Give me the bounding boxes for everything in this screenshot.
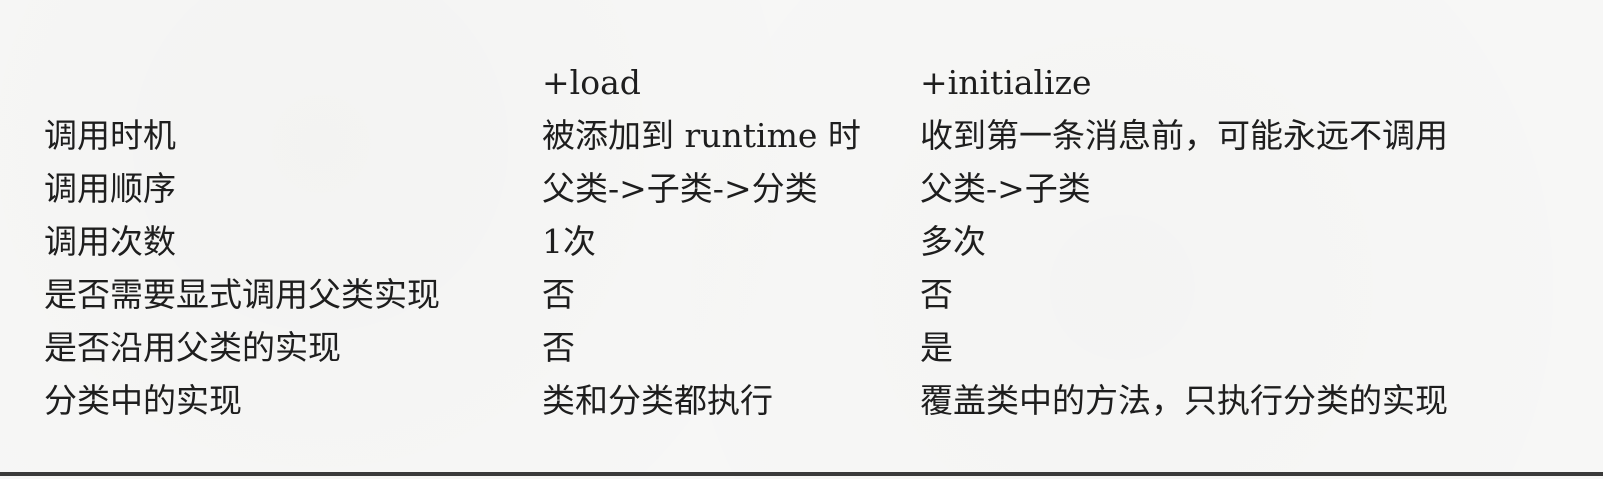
bottom-divider xyxy=(0,472,1603,476)
header-load: +load xyxy=(542,63,641,102)
row-label: 是否需要显式调用父类实现 xyxy=(44,275,440,314)
row-label: 是否沿用父类的实现 xyxy=(44,328,341,367)
row-label: 调用次数 xyxy=(44,222,176,261)
table-row: 是否需要显式调用父类实现 否 否 xyxy=(44,268,1520,321)
header-initialize: +initialize xyxy=(920,63,1092,102)
table-row: 调用顺序 父类->子类->分类 父类->子类 xyxy=(44,162,1520,215)
header-corner-cell xyxy=(44,56,542,109)
row-label: 调用时机 xyxy=(44,116,176,155)
row-load-value: 1次 xyxy=(542,222,596,261)
row-initialize-value: 多次 xyxy=(920,222,986,261)
row-label: 调用顺序 xyxy=(44,169,176,208)
row-load-value: 类和分类都执行 xyxy=(542,381,773,420)
row-initialize-value: 父类->子类 xyxy=(920,169,1091,208)
row-initialize-value: 是 xyxy=(920,328,953,367)
row-label: 分类中的实现 xyxy=(44,381,242,420)
row-initialize-value: 收到第一条消息前，可能永远不调用 xyxy=(920,116,1448,155)
row-load-value: 被添加到 runtime 时 xyxy=(542,116,861,155)
table-row: 调用时机 被添加到 runtime 时 收到第一条消息前，可能永远不调用 xyxy=(44,109,1520,162)
table-header-row: +load +initialize xyxy=(44,56,1520,109)
page: +load +initialize 调用时机 被添加到 runtime 时 收到… xyxy=(0,0,1603,479)
comparison-table: +load +initialize 调用时机 被添加到 runtime 时 收到… xyxy=(44,56,1520,427)
table-row: 分类中的实现 类和分类都执行 覆盖类中的方法，只执行分类的实现 xyxy=(44,374,1520,427)
table-row: 调用次数 1次 多次 xyxy=(44,215,1520,268)
row-initialize-value: 否 xyxy=(920,275,953,314)
row-load-value: 否 xyxy=(542,275,575,314)
row-initialize-value: 覆盖类中的方法，只执行分类的实现 xyxy=(920,381,1448,420)
row-load-value: 否 xyxy=(542,328,575,367)
row-load-value: 父类->子类->分类 xyxy=(542,169,818,208)
table-row: 是否沿用父类的实现 否 是 xyxy=(44,321,1520,374)
